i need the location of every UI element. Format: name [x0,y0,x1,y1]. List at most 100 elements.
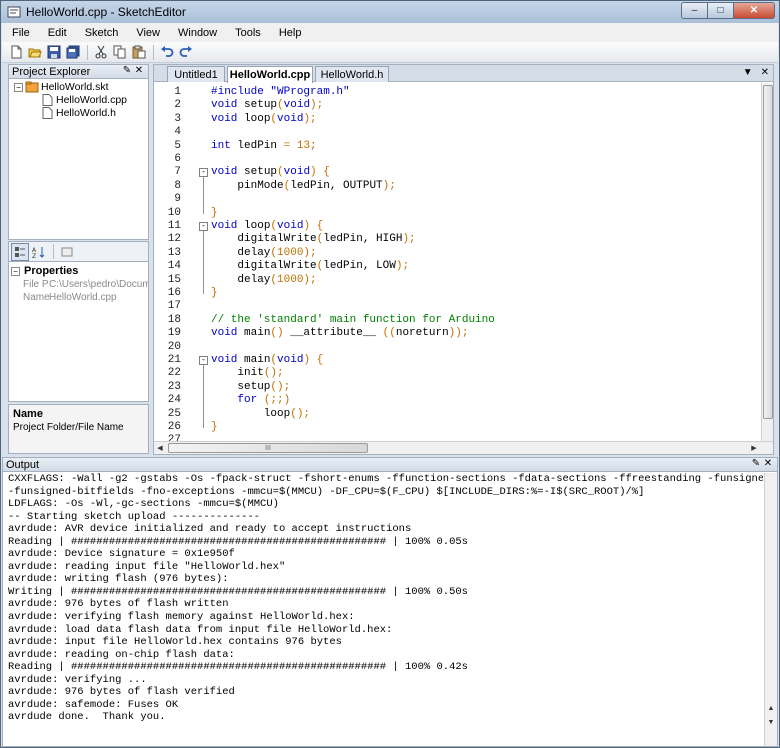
line-number: 11 [167,220,181,232]
code-token: ( [277,166,284,179]
code-text: loop(); [211,408,310,420]
line-number: 3 [174,112,181,125]
property-row-file-path[interactable]: File P C:\Users\pedro\Docume [23,279,149,290]
fold-toggle-icon[interactable]: - [199,168,208,178]
pin-icon[interactable]: ✎ [750,458,762,469]
menu-tools[interactable]: Tools [235,27,261,39]
code-token: digitalWrite [211,260,317,273]
tree-item-project[interactable]: − HelloWorld.skt [14,81,109,93]
close-icon[interactable]: ✕ [133,65,145,76]
code-text: // the 'standard' main function for Ardu… [211,314,495,326]
tree-collapse-icon[interactable]: − [14,82,23,92]
properties-category[interactable]: − Properties [11,265,78,277]
copy-icon[interactable] [111,43,129,61]
tree-item-label: HelloWorld.h [56,107,116,119]
scroll-down-icon[interactable]: ▼ [765,716,777,728]
toolbar-separator [153,44,154,60]
code-token: void [277,354,304,366]
scroll-left-icon[interactable]: ◀ [154,442,166,454]
editor-vertical-scrollbar[interactable] [761,83,773,441]
output-line: -- Starting sketch upload -------------- [8,510,261,523]
code-token: ledPin, HIGH [323,233,403,246]
sort-alphabetical-icon[interactable]: AZ [30,243,48,261]
code-line: 11 - void loop(void) { [154,220,762,233]
property-description: Name Project Folder/File Name [8,404,149,454]
open-folder-icon[interactable] [26,43,44,61]
code-line: 12 digitalWrite(ledPin, HIGH); [154,233,762,246]
property-pages-icon[interactable] [58,243,76,261]
code-text: void loop(void) { [211,220,323,232]
output-line: avrdude: reading on-chip flash data: [8,648,235,661]
scrollbar-thumb[interactable]: III [168,443,368,453]
code-line: 3 void loop(void); [154,113,762,126]
menu-help[interactable]: Help [279,27,302,39]
code-text: void main(void) { [211,354,323,366]
redo-icon[interactable] [177,43,195,61]
code-text-area[interactable]: 1 #include "WProgram.h" 2 void setup(void);… [154,83,762,441]
close-icon[interactable]: ✕ [762,458,774,469]
code-token: ledPin, OUTPUT [290,179,383,192]
property-name: File P [23,279,49,290]
line-number: 1 [174,86,181,98]
code-token: main [244,327,271,340]
tree-item-cpp[interactable]: HelloWorld.cpp [42,94,127,106]
categorized-icon[interactable] [11,242,29,261]
code-text: for (;;) [211,394,290,406]
tab-helloworld-cpp[interactable]: HelloWorld.cpp [227,66,313,83]
paste-icon[interactable] [130,43,148,61]
code-line: 14 digitalWrite(ledPin, LOW); [154,260,762,273]
output-vertical-scrollbar[interactable]: ▲ ▼ [764,473,777,746]
code-line: 19 void main() __attribute__ ((noreturn))… [154,327,762,340]
properties-panel: − Properties File P C:\Users\pedro\Docum… [8,261,149,402]
maximize-button[interactable]: □ [707,2,733,19]
code-text: pinMode(ledPin, OUTPUT); [211,179,395,192]
code-token: ); [402,233,416,246]
output-line: avrdude: reading input file "HelloWorld.… [8,560,286,573]
save-all-icon[interactable] [64,43,82,61]
tab-helloworld-h[interactable]: HelloWorld.h [315,66,389,82]
output-log[interactable]: CXXFLAGS: -Wall -g2 -gstabs -Os -fpack-s… [3,473,763,746]
menu-window[interactable]: Window [178,27,217,39]
close-button[interactable]: ✕ [733,2,775,19]
description-text: Project Folder/File Name [13,422,124,433]
code-line: 17 [154,300,762,313]
code-token: #include [211,86,271,98]
line-number: 27 [167,434,181,441]
menu-edit[interactable]: Edit [48,27,67,39]
fold-toggle-icon[interactable]: - [199,222,208,231]
code-token: )); [448,327,469,340]
new-file-icon[interactable] [7,43,25,61]
minimize-button[interactable]: – [681,2,707,19]
toolbar [2,42,778,63]
editor-horizontal-scrollbar[interactable]: ◀ III ▶ [154,441,773,454]
tab-list-icon[interactable]: ▼ [743,67,753,78]
category-collapse-icon[interactable]: − [11,266,20,276]
title-bar[interactable]: HelloWorld.cpp - SketchEditor – □ ✕ [1,1,779,23]
code-token: (;;) [263,394,291,407]
output-line: avrdude: writing flash (976 bytes): [8,573,229,586]
pin-icon[interactable]: ✎ [121,65,133,76]
scroll-up-icon[interactable]: ▲ [765,702,777,714]
output-panel: Output ✎ ✕ CXXFLAGS: -Wall -g2 -gstabs -… [2,457,778,747]
scroll-right-icon[interactable]: ▶ [748,442,760,454]
menu-view[interactable]: View [136,27,160,39]
code-token: ledPin [237,139,284,152]
output-title: Output [6,458,40,471]
close-tab-icon[interactable]: ✕ [761,67,769,78]
code-line: 26} [154,421,762,434]
property-row-name[interactable]: Name HelloWorld.cpp [23,292,149,303]
code-token: delay [211,273,271,286]
fold-toggle-icon[interactable]: - [199,356,208,365]
undo-icon[interactable] [158,43,176,61]
code-token: (1000); [270,246,317,259]
output-line: avrdude: verifying flash memory against … [8,611,355,624]
menu-file[interactable]: File [12,27,30,39]
tree-item-h[interactable]: HelloWorld.h [42,107,116,119]
code-text: setup(); [211,381,290,393]
tab-untitled1[interactable]: Untitled1 [167,66,225,82]
scrollbar-thumb[interactable] [763,85,773,419]
cut-icon[interactable] [92,43,110,61]
menu-sketch[interactable]: Sketch [85,27,119,39]
save-icon[interactable] [45,43,63,61]
property-value: C:\Users\pedro\Docume [49,279,149,290]
